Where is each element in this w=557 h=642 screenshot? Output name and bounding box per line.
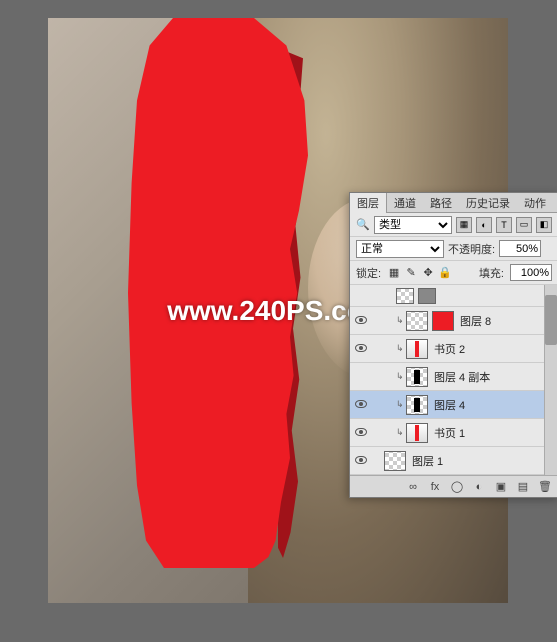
layer-thumbnail[interactable] bbox=[418, 288, 436, 304]
layers-list[interactable]: ↳ 图层 8 ↳ 书页 2 ↳ 图层 4 副本 bbox=[350, 285, 557, 475]
filter-type-select[interactable]: 类型 bbox=[374, 216, 452, 234]
filter-text-icon[interactable]: T bbox=[496, 217, 512, 233]
tab-actions[interactable]: 动作 bbox=[517, 193, 553, 213]
clip-indicator-icon: ↳ bbox=[396, 371, 406, 382]
link-layers-icon[interactable]: ∞ bbox=[406, 480, 420, 494]
layer-name-label[interactable]: 图层 4 bbox=[434, 397, 465, 413]
layer-thumbnail[interactable] bbox=[384, 451, 406, 471]
layer-effects-icon[interactable]: fx bbox=[428, 480, 442, 494]
add-mask-icon[interactable]: ◯ bbox=[450, 480, 464, 494]
clip-indicator-icon: ↳ bbox=[396, 427, 406, 438]
layer-thumbnail[interactable] bbox=[406, 423, 428, 443]
clip-indicator-icon: ↳ bbox=[396, 343, 406, 354]
panel-footer: ∞ fx ◯ ◐ ▣ ▤ 🗑 bbox=[350, 475, 557, 497]
panel-tab-strip: 图层 通道 路径 历史记录 动作 bbox=[350, 193, 557, 213]
layer-name-label[interactable]: 书页 2 bbox=[434, 341, 465, 357]
visibility-toggle[interactable] bbox=[352, 343, 370, 355]
visibility-toggle[interactable] bbox=[352, 427, 370, 439]
lock-transparent-icon[interactable]: ▦ bbox=[387, 266, 401, 280]
tab-layers[interactable]: 图层 bbox=[350, 193, 387, 213]
new-adjustment-icon[interactable]: ◐ bbox=[472, 480, 486, 494]
layer-row[interactable]: ↳ 图层 8 bbox=[350, 307, 557, 335]
filter-row: 🔍 类型 ▦ ◐ T ▭ ◧ bbox=[350, 213, 557, 237]
layer-row[interactable]: 图层 1 bbox=[350, 447, 557, 475]
filter-pixel-icon[interactable]: ▦ bbox=[456, 217, 472, 233]
blend-row: 正常 不透明度: bbox=[350, 237, 557, 261]
layer-row[interactable]: ↳ 图层 4 副本 bbox=[350, 363, 557, 391]
layer-name-label[interactable]: 图层 8 bbox=[460, 313, 491, 329]
layer-thumbnail[interactable] bbox=[406, 339, 428, 359]
tab-paths[interactable]: 路径 bbox=[423, 193, 459, 213]
filter-shape-icon[interactable]: ▭ bbox=[516, 217, 532, 233]
eye-icon bbox=[355, 400, 367, 408]
lock-pixels-icon[interactable]: ✎ bbox=[404, 266, 418, 280]
layer-name-label[interactable]: 图层 1 bbox=[412, 453, 443, 469]
layer-thumbnail[interactable] bbox=[406, 311, 428, 331]
visibility-toggle[interactable] bbox=[352, 315, 370, 327]
opacity-label: 不透明度: bbox=[448, 241, 495, 257]
eye-icon bbox=[355, 344, 367, 352]
delete-layer-icon[interactable]: 🗑 bbox=[538, 480, 552, 494]
new-layer-icon[interactable]: ▤ bbox=[516, 480, 530, 494]
layers-scrollbar[interactable] bbox=[544, 285, 557, 475]
lock-icon-group: ▦ ✎ ✥ 🔒 bbox=[387, 266, 452, 280]
layer-thumbnail[interactable] bbox=[406, 367, 428, 387]
filter-smart-icon[interactable]: ◧ bbox=[536, 217, 552, 233]
lock-label: 锁定: bbox=[356, 265, 381, 281]
lock-position-icon[interactable]: ✥ bbox=[421, 266, 435, 280]
filter-adjust-icon[interactable]: ◐ bbox=[476, 217, 492, 233]
filter-type-icon: 🔍 bbox=[356, 218, 370, 232]
visibility-toggle[interactable] bbox=[352, 455, 370, 467]
tab-history[interactable]: 历史记录 bbox=[459, 193, 517, 213]
layer-name-label[interactable]: 书页 1 bbox=[434, 425, 465, 441]
new-group-icon[interactable]: ▣ bbox=[494, 480, 508, 494]
tab-channels[interactable]: 通道 bbox=[387, 193, 423, 213]
eye-icon bbox=[355, 456, 367, 464]
clip-indicator-icon: ↳ bbox=[396, 315, 406, 326]
scrollbar-thumb[interactable] bbox=[545, 295, 557, 345]
layer-row[interactable]: ↳ 书页 2 bbox=[350, 335, 557, 363]
layer-thumbnail[interactable] bbox=[396, 288, 414, 304]
red-profile-shape bbox=[128, 18, 308, 568]
fill-label: 填充: bbox=[479, 265, 504, 281]
layer-row[interactable] bbox=[350, 285, 557, 307]
opacity-input[interactable] bbox=[499, 240, 541, 257]
eye-icon bbox=[355, 316, 367, 324]
eye-icon bbox=[355, 428, 367, 436]
layer-row[interactable]: ↳ 书页 1 bbox=[350, 419, 557, 447]
layers-panel: 图层 通道 路径 历史记录 动作 🔍 类型 ▦ ◐ T ▭ ◧ 正常 不透明度:… bbox=[349, 192, 557, 498]
fill-input[interactable] bbox=[510, 264, 552, 281]
lock-row: 锁定: ▦ ✎ ✥ 🔒 填充: bbox=[350, 261, 557, 285]
layer-row[interactable]: ↳ 图层 4 bbox=[350, 391, 557, 419]
clip-indicator-icon: ↳ bbox=[396, 399, 406, 410]
layer-name-label[interactable]: 图层 4 副本 bbox=[434, 369, 490, 385]
layer-mask-thumbnail[interactable] bbox=[432, 311, 454, 331]
layer-thumbnail[interactable] bbox=[406, 395, 428, 415]
visibility-toggle[interactable] bbox=[352, 399, 370, 411]
lock-all-icon[interactable]: 🔒 bbox=[438, 266, 452, 280]
blend-mode-select[interactable]: 正常 bbox=[356, 240, 444, 258]
